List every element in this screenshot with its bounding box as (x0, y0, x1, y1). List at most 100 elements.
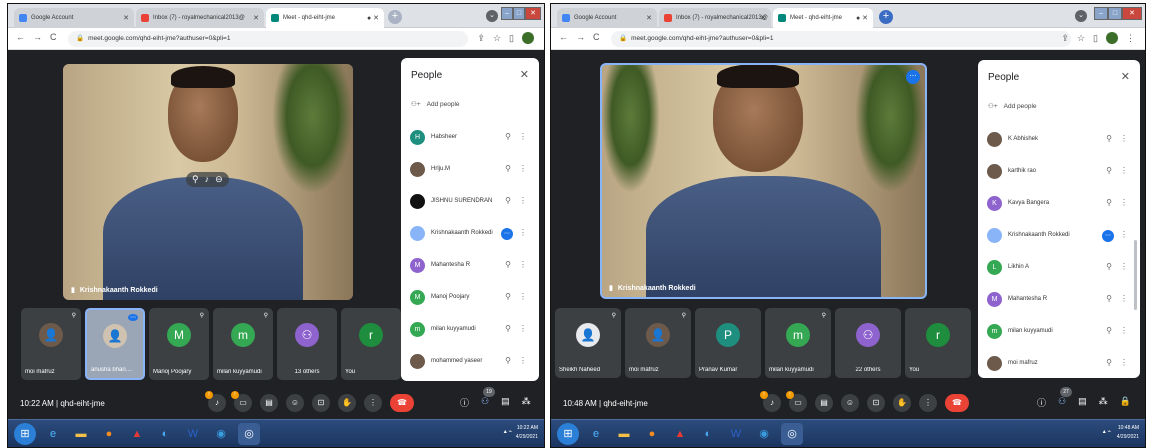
start-icon[interactable]: ⊞ (557, 423, 579, 445)
reload-icon[interactable]: C (50, 32, 57, 42)
tab-meet[interactable]: Meet - qhd-eiht-jme ● ✕ (773, 8, 873, 28)
participant-tile[interactable]: 👤 ⋯ anusha bhari.... (85, 308, 145, 380)
close-icon[interactable]: ● ✕ (856, 14, 868, 22)
emoji-button[interactable]: ☺ (286, 394, 304, 412)
chrome-icon[interactable]: ◎ (781, 423, 803, 445)
outlook-icon[interactable]: ◉ (210, 423, 232, 445)
participant-tile[interactable]: 👤 ⚲ Sheikh Naheed (555, 308, 621, 378)
clock[interactable]: 10:48 AM 4/29/2021 (1117, 424, 1139, 442)
tab-google-account[interactable]: Google Account ✕ (557, 8, 657, 28)
remove-icon[interactable]: ⊖ (215, 174, 223, 185)
more-options-button[interactable]: ⋮ (919, 394, 937, 412)
mic-off-icon[interactable]: ⚲ (1106, 134, 1112, 143)
more-options-icon[interactable]: ⋮ (1120, 198, 1128, 207)
share-icon[interactable]: ⇪ (1061, 33, 1069, 44)
tab-inbox[interactable]: Inbox (7) - royalmechanical2013@ ✕ (659, 8, 771, 28)
more-options-icon[interactable]: ⋮ (519, 196, 527, 205)
start-icon[interactable]: ⊞ (14, 423, 36, 445)
more-options-icon[interactable]: ⋮ (519, 356, 527, 365)
tab-search-icon[interactable]: ⌄ (486, 10, 498, 22)
participant-row[interactable]: JISHNU SURENDRAN ⚲ ⋮ (401, 188, 539, 216)
lock-icon[interactable]: 🔒 (1120, 396, 1131, 409)
mic-off-icon[interactable]: ⚲ (505, 356, 511, 365)
mic-off-icon[interactable]: ⚲ (505, 260, 511, 269)
profile-avatar[interactable] (522, 32, 534, 44)
more-options-icon[interactable]: ⋮ (519, 228, 527, 237)
mic-off-icon[interactable]: ⚲ (505, 164, 511, 173)
url-input[interactable]: 🔒 meet.google.com/qhd-eiht-jme?authuser=0… (611, 31, 1071, 47)
participant-row[interactable]: L Likhin A ⚲ ⋮ (978, 254, 1140, 282)
mic-off-icon[interactable]: ⚲ (505, 196, 511, 205)
mic-off-icon[interactable]: ⚲ (505, 292, 511, 301)
pdf-icon[interactable]: ▲ (126, 423, 148, 445)
more-icon[interactable]: ⋮ (1126, 33, 1135, 44)
camera-toggle-button[interactable]: ▭! (231, 391, 252, 412)
app-icon[interactable]: ◐ (154, 423, 176, 445)
participant-row[interactable]: M Mahantesha R ⚲ ⋮ (401, 252, 539, 280)
share-icon[interactable]: ⇪ (477, 33, 485, 44)
outlook-icon[interactable]: ◉ (753, 423, 775, 445)
participant-tile[interactable]: M ⚲ Manoj Poojary (149, 308, 209, 380)
mic-off-icon[interactable]: ⚲ (1106, 262, 1112, 271)
leave-call-button[interactable]: ☎ (390, 394, 414, 412)
activities-icon[interactable]: ⁂ (522, 396, 531, 409)
participant-tile[interactable]: P Pranav Kumar (695, 308, 761, 378)
participant-tile[interactable]: 👤 ⚲ moi mafruz (625, 308, 691, 378)
tab-search-icon[interactable]: ⌄ (1075, 10, 1087, 22)
bookmark-star-icon[interactable]: ☆ (1077, 33, 1085, 44)
more-options-icon[interactable]: ⋮ (1120, 294, 1128, 303)
back-icon[interactable]: ← (559, 32, 568, 42)
raise-hand-button[interactable]: ✋ (338, 394, 356, 412)
others-tile[interactable]: ⚇ 13 others (277, 308, 337, 380)
self-tile[interactable]: r You (341, 308, 401, 380)
minimize-icon[interactable]: – (1094, 7, 1108, 20)
participant-row[interactable]: H Habsheer ⚲ ⋮ (401, 124, 539, 152)
bookmark-star-icon[interactable]: ☆ (493, 33, 501, 44)
self-tile[interactable]: r You (905, 308, 971, 378)
add-people-button[interactable]: ⚇+ Add people (988, 102, 1037, 110)
participant-tile[interactable]: m ⚲ milan kuyyamudi (213, 308, 273, 380)
sidebar-icon[interactable]: ▯ (509, 33, 514, 44)
more-options-icon[interactable]: ⋮ (519, 132, 527, 141)
close-icon[interactable]: ✕ (646, 14, 652, 22)
mic-toggle-button[interactable]: ♪! (760, 391, 781, 412)
forward-icon[interactable]: → (33, 32, 42, 42)
more-options-icon[interactable]: ⋮ (1120, 358, 1128, 367)
close-icon[interactable]: ✕ (253, 14, 259, 22)
main-video[interactable]: ⚲ ♪ ⊖ ▮ Krishnakaanth Rokkedi (63, 64, 353, 300)
sidebar-icon[interactable]: ▯ (1093, 33, 1098, 44)
participant-tile[interactable]: m ⚲ milan kuyyamudi (765, 308, 831, 378)
participant-row[interactable]: M Mahantesha R ⚲ ⋮ (978, 286, 1140, 314)
captions-button[interactable]: ▤ (260, 394, 278, 412)
participant-row[interactable]: K Abhishek ⚲ ⋮ (978, 126, 1140, 154)
participant-row[interactable]: mohammed yaseer ⚲ ⋮ (401, 348, 539, 376)
media-icon[interactable]: ● (98, 423, 120, 445)
participant-row[interactable]: K Kavya Bangera ⚲ ⋮ (978, 190, 1140, 218)
close-icon[interactable]: ✕ (760, 14, 766, 22)
mic-off-icon[interactable]: ⚲ (1106, 326, 1112, 335)
more-options-button[interactable]: ⋮ (364, 394, 382, 412)
folder-icon[interactable]: ▬ (70, 423, 92, 445)
more-options-icon[interactable]: ⋮ (1120, 230, 1128, 239)
more-options-icon[interactable]: ⋮ (519, 324, 527, 333)
app-icon[interactable]: ◐ (697, 423, 719, 445)
emoji-button[interactable]: ☺ (841, 394, 859, 412)
scrollbar[interactable] (1134, 240, 1137, 310)
close-icon[interactable]: ✕ (1121, 70, 1130, 83)
clock[interactable]: 10:22 AM 4/29/2021 (516, 424, 538, 442)
chat-icon[interactable]: ▤ (1078, 396, 1087, 409)
participant-row[interactable]: m milan kuyyamudi ⚲ ⋮ (401, 316, 539, 344)
more-options-icon[interactable]: ⋮ (1120, 262, 1128, 271)
close-icon[interactable]: ✕ (123, 14, 129, 22)
info-icon[interactable]: ⓘ (1037, 396, 1046, 409)
more-options-icon[interactable]: ⋮ (1120, 166, 1128, 175)
more-options-icon[interactable]: ⋮ (519, 164, 527, 173)
activities-icon[interactable]: ⁂ (1099, 396, 1108, 409)
mic-off-icon[interactable]: ⚲ (505, 324, 511, 333)
chat-icon[interactable]: ▤ (501, 396, 510, 409)
pdf-icon[interactable]: ▲ (669, 423, 691, 445)
maximize-icon[interactable]: □ (513, 7, 525, 20)
close-window-icon[interactable]: ✕ (525, 7, 541, 20)
captions-button[interactable]: ▤ (815, 394, 833, 412)
close-icon[interactable]: ● ✕ (367, 14, 379, 22)
